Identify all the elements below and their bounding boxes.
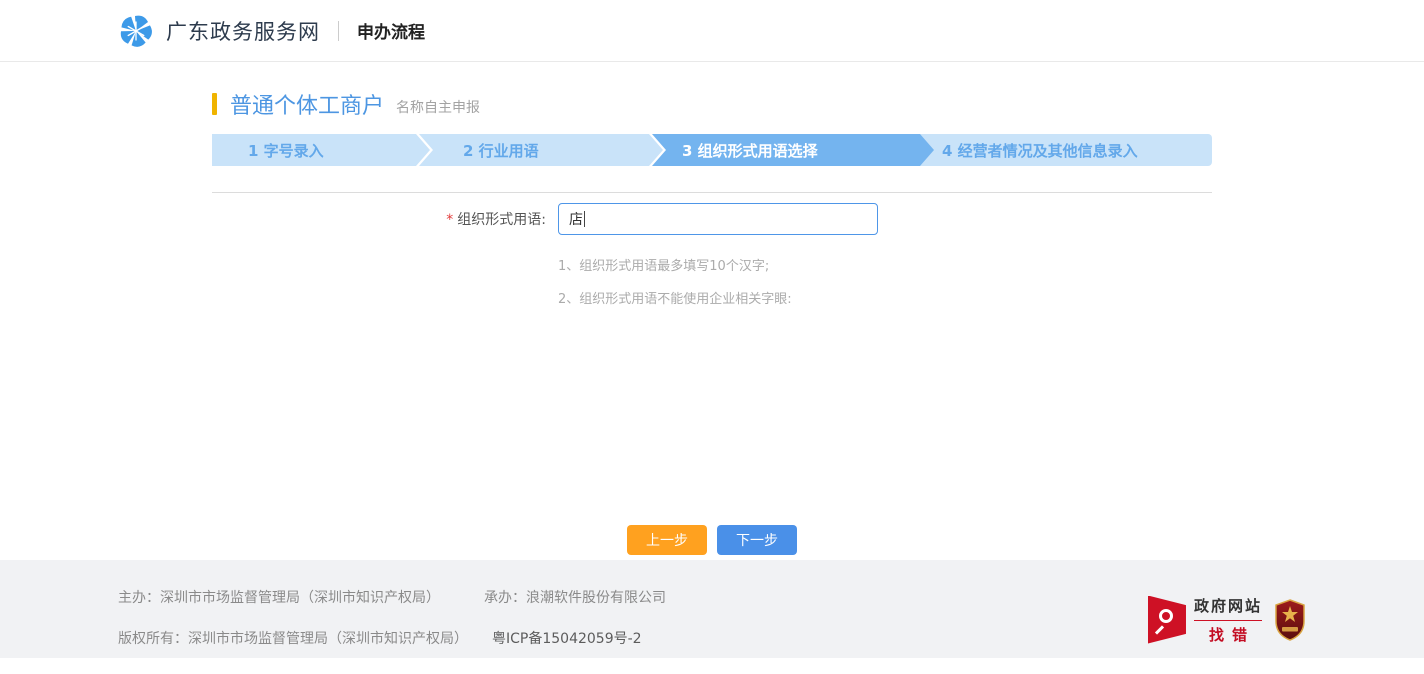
- page-subtitle: 名称自主申报: [396, 97, 480, 117]
- page-title: 普通个体工商户: [230, 88, 384, 120]
- organizer-label: 主办：: [118, 590, 160, 606]
- main-content: 普通个体工商户 名称自主申报 1 字号录入 2 行业用语 3 组织形式用语选择 …: [212, 62, 1212, 560]
- footer-badges: 政府网站 找错: [1148, 581, 1306, 658]
- hint-1: 1、组织形式用语最多填写10个汉字;: [558, 255, 1212, 274]
- prev-step-button[interactable]: 上一步: [627, 525, 707, 555]
- step-label: 2 行业用语: [463, 140, 539, 161]
- org-form-input[interactable]: [558, 203, 878, 235]
- section-divider: [212, 192, 1212, 193]
- error-badge-title: 政府网站: [1194, 595, 1262, 621]
- magnifier-lens-icon: [1159, 609, 1173, 623]
- step-label: 1 字号录入: [248, 140, 324, 161]
- next-step-button[interactable]: 下一步: [717, 525, 797, 555]
- step-progress-bar: 1 字号录入 2 行业用语 3 组织形式用语选择 4 经营者情况及其他信息录入: [212, 134, 1212, 166]
- step-4-jingyingzhe: 4 经营者情况及其他信息录入: [920, 134, 1212, 166]
- error-badge-text: 政府网站 找错: [1194, 595, 1262, 645]
- pinwheel-logo-icon[interactable]: [118, 13, 154, 49]
- error-badge-action: 找错: [1194, 624, 1262, 645]
- text-caret: [584, 211, 585, 227]
- undertaker-value: 浪潮软件股份有限公司: [526, 590, 666, 606]
- required-asterisk: *: [446, 212, 453, 228]
- copyright-value: 深圳市市场监督管理局（深圳市知识产权局）: [188, 631, 468, 647]
- hint-list: 1、组织形式用语最多填写10个汉字; 2、组织形式用语不能使用企业相关字眼:: [558, 255, 1212, 307]
- magnifier-flag-icon: [1148, 596, 1186, 644]
- footer: 主办：深圳市市场监督管理局（深圳市知识产权局）承办：浪潮软件股份有限公司 版权所…: [0, 560, 1424, 658]
- step-1-zihao: 1 字号录入: [212, 134, 430, 166]
- footer-text-block: 主办：深圳市市场监督管理局（深圳市知识产权局）承办：浪潮软件股份有限公司 版权所…: [118, 587, 666, 658]
- hint-2: 2、组织形式用语不能使用企业相关字眼:: [558, 288, 1212, 307]
- organizer-value: 深圳市市场监督管理局（深圳市知识产权局）: [160, 590, 440, 606]
- page-title-row: 普通个体工商户 名称自主申报: [212, 88, 1212, 120]
- org-input-wrap: [558, 203, 878, 235]
- org-form-label: *组织形式用语:: [212, 209, 558, 229]
- undertaker-label: 承办：: [484, 590, 526, 606]
- footer-line-2: 版权所有：深圳市市场监督管理局（深圳市知识产权局） 粤ICP备15042059号-…: [118, 628, 666, 648]
- gov-site-error-report-badge[interactable]: 政府网站 找错: [1148, 595, 1262, 645]
- shield-badge-icon[interactable]: [1274, 599, 1306, 641]
- step-2-hangye: 2 行业用语: [419, 134, 663, 166]
- header: 广东政务服务网 申办流程: [0, 0, 1424, 62]
- icp-number: 粤ICP备15042059号-2: [492, 631, 642, 647]
- step-3-zuzhi-active: 3 组织形式用语选择: [652, 134, 934, 166]
- step-label: 4 经营者情况及其他信息录入: [942, 140, 1138, 161]
- form-label-text: 组织形式用语:: [457, 212, 546, 228]
- footer-line-1: 主办：深圳市市场监督管理局（深圳市知识产权局） 承办：浪潮软件股份有限公司: [118, 587, 666, 607]
- header-divider: [338, 21, 339, 41]
- copyright-label: 版权所有：: [118, 631, 188, 647]
- title-accent-bar: [212, 93, 217, 115]
- site-name[interactable]: 广东政务服务网: [166, 16, 320, 46]
- step-label: 3 组织形式用语选择: [682, 140, 818, 161]
- org-form-row: *组织形式用语:: [212, 203, 1212, 235]
- section-title: 申办流程: [357, 18, 425, 43]
- wizard-button-row: 上一步 下一步: [212, 525, 1212, 555]
